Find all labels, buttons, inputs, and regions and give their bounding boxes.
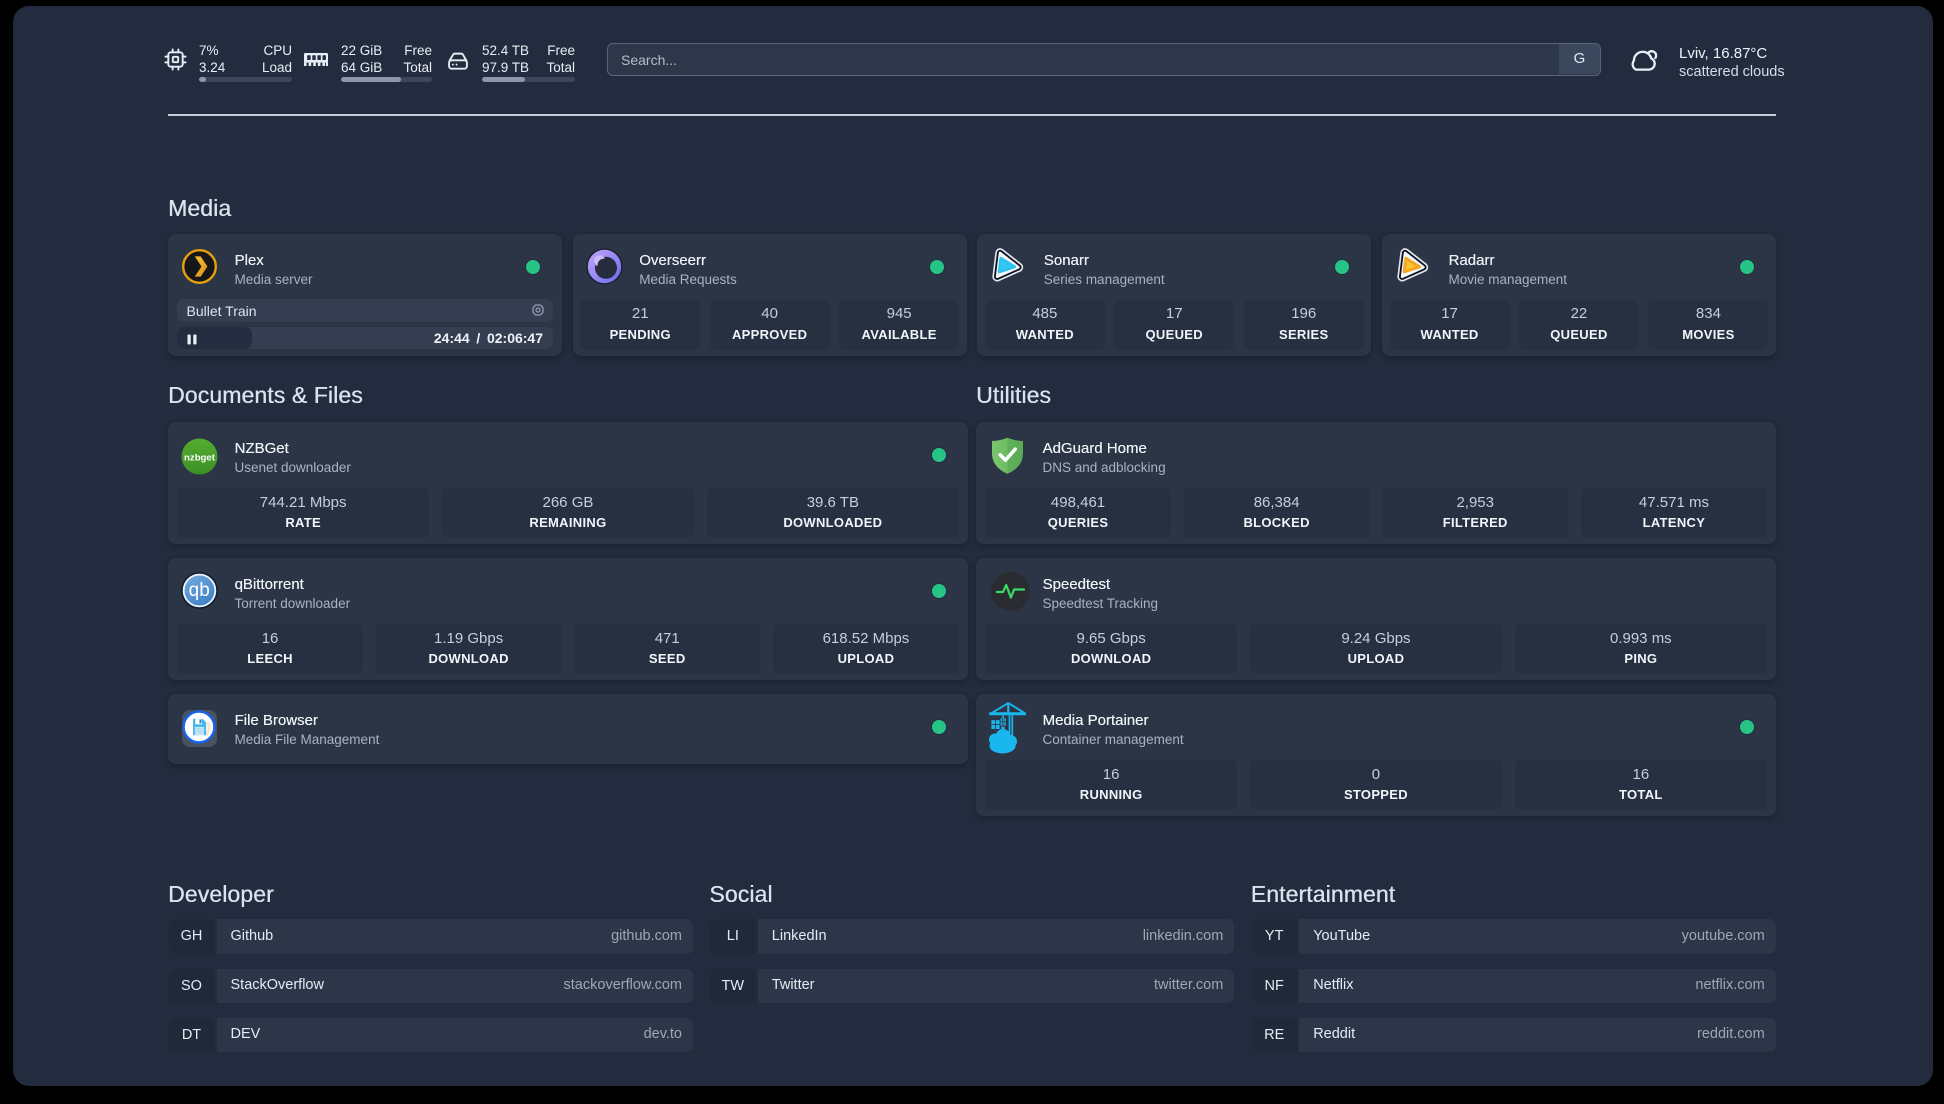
svg-text:nzbget: nzbget xyxy=(184,452,216,463)
svg-text:qb: qb xyxy=(189,580,210,601)
